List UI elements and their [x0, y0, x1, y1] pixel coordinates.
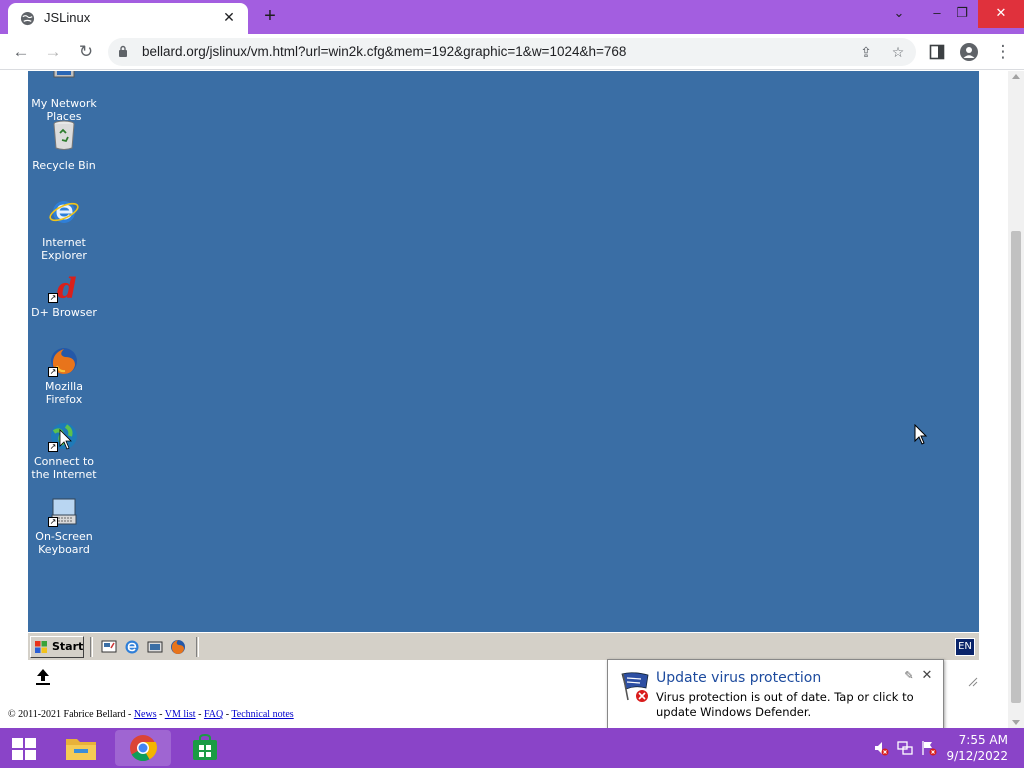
store-button[interactable]: [177, 730, 233, 766]
close-tab-icon[interactable]: ✕: [220, 8, 238, 26]
desktop-icon-network-places[interactable]: My Network Places: [28, 71, 102, 123]
tab-title: JSLinux: [44, 10, 91, 25]
desktop-icon-label: Internet Explorer: [41, 236, 87, 262]
language-indicator[interactable]: EN: [955, 638, 975, 656]
reload-button[interactable]: ↻: [74, 40, 98, 64]
desktop-icon-onscreen-keyboard[interactable]: ↗ On-Screen Keyboard: [28, 495, 102, 556]
desktop-icon-firefox[interactable]: ↗ Mozilla Firefox: [28, 345, 102, 406]
desktop-icon-label: On-Screen Keyboard: [35, 530, 93, 556]
copyright-text: © 2011-2021 Fabrice Bellard -: [8, 709, 134, 720]
page-footer: © 2011-2021 Fabrice Bellard - News - VM …: [8, 709, 294, 720]
vm-screen[interactable]: My Network Places Recycle Bin Internet E…: [28, 71, 979, 660]
svg-text:d: d: [57, 272, 77, 303]
lock-icon: [119, 45, 127, 57]
mouse-cursor-icon: [914, 424, 928, 445]
chrome-icon: [130, 735, 157, 762]
upload-icon[interactable]: [33, 667, 53, 687]
start-label: Start: [52, 640, 84, 653]
quicklaunch-separator: [196, 637, 199, 657]
restore-button[interactable]: ❐: [945, 0, 979, 28]
url-text: bellard.org/jslinux/vm.html?url=win2k.cf…: [142, 44, 627, 59]
forward-button[interactable]: →: [41, 40, 65, 64]
system-clock[interactable]: 7:55 AM 9/12/2022: [946, 732, 1008, 764]
desktop-icon-connect-internet[interactable]: ↗ Connect to the Internet: [28, 420, 102, 481]
shortcut-arrow-icon: ↗: [48, 442, 58, 452]
resize-handle-icon[interactable]: [968, 677, 978, 687]
firefox-icon: ↗: [48, 345, 80, 377]
tab-search-button[interactable]: ⌄: [882, 0, 916, 28]
file-explorer-icon: [66, 739, 96, 760]
address-bar[interactable]: bellard.org/jslinux/vm.html?url=win2k.cf…: [108, 38, 916, 66]
page-content: My Network Places Recycle Bin Internet E…: [0, 71, 1008, 728]
chrome-button[interactable]: [115, 730, 171, 766]
desktop-icon-label: Mozilla Firefox: [45, 380, 83, 406]
windows-flag-icon: [35, 641, 47, 653]
shortcut-arrow-icon: ↗: [48, 293, 58, 303]
network-places-icon: [53, 71, 75, 78]
footer-link-news[interactable]: News: [134, 709, 157, 720]
footer-link-vm-list[interactable]: VM list: [165, 709, 196, 720]
back-button[interactable]: ←: [9, 40, 33, 64]
globe-icon: [20, 11, 35, 26]
dplus-browser-icon: d ↗: [48, 271, 80, 305]
browser-tab-strip: JSLinux ✕ + ⌄ – ❐ ✕: [0, 0, 1024, 34]
page-scrollbar[interactable]: [1008, 71, 1024, 728]
system-taskbar: 7:55 AM 9/12/2022: [0, 728, 1024, 768]
bookmark-star-icon[interactable]: ☆: [889, 43, 907, 61]
onscreen-keyboard-icon: ↗: [48, 495, 80, 527]
shortcut-arrow-icon: ↗: [48, 517, 58, 527]
scrollbar-thumb[interactable]: [1011, 231, 1021, 703]
more-menu-icon[interactable]: ⋮: [991, 40, 1015, 64]
desktop-icon-label: D+ Browser: [31, 306, 97, 319]
volume-muted-icon[interactable]: [873, 740, 889, 756]
notification-balloon[interactable]: Update virus protection Virus protection…: [607, 659, 944, 729]
desktop-icon-label: Recycle Bin: [32, 159, 96, 172]
network-icon[interactable]: [897, 740, 913, 756]
footer-separator: -: [156, 709, 165, 720]
firefox-quicklaunch-icon[interactable]: [169, 638, 187, 656]
recycle-bin-icon: [53, 120, 75, 150]
show-desktop-icon[interactable]: [100, 638, 118, 656]
clock-date: 9/12/2022: [946, 749, 1008, 763]
notification-title: Update virus protection: [656, 670, 822, 686]
connect-internet-icon: ↗: [48, 420, 80, 452]
internet-explorer-quicklaunch-icon[interactable]: [123, 638, 141, 656]
footer-separator: -: [195, 709, 204, 720]
shortcut-arrow-icon: ↗: [48, 367, 58, 377]
desktop-icon-dplus-browser[interactable]: d ↗ D+ Browser: [28, 271, 102, 319]
share-icon[interactable]: ⇪: [857, 43, 875, 61]
windows-start-icon[interactable]: [11, 737, 37, 761]
profile-avatar-icon[interactable]: [960, 43, 978, 61]
start-button[interactable]: Start: [30, 636, 84, 658]
microsoft-store-icon: [193, 734, 217, 760]
file-explorer-button[interactable]: [53, 730, 109, 766]
footer-link-faq[interactable]: FAQ: [204, 709, 223, 720]
desktop-icon-label: Connect to the Internet: [31, 455, 97, 481]
desktop-icon-internet-explorer[interactable]: Internet Explorer: [28, 196, 102, 262]
quicklaunch-separator: [90, 637, 93, 657]
internet-explorer-icon: [49, 201, 79, 223]
notification-settings-icon[interactable]: ✎: [902, 669, 916, 683]
defender-shield-icon: [621, 672, 649, 702]
clock-time: 7:55 AM: [958, 733, 1008, 747]
outlook-express-icon[interactable]: [146, 638, 164, 656]
security-flag-icon[interactable]: [921, 740, 937, 756]
browser-tab[interactable]: JSLinux ✕: [8, 3, 248, 34]
notification-close-icon[interactable]: ✕: [920, 668, 934, 682]
window-close-button[interactable]: ✕: [978, 0, 1024, 28]
new-tab-button[interactable]: +: [258, 4, 282, 28]
desktop-icon-recycle-bin[interactable]: Recycle Bin: [28, 119, 102, 172]
notification-body: Virus protection is out of date. Tap or …: [656, 690, 914, 719]
scroll-down-arrow-icon[interactable]: [1012, 720, 1020, 725]
browser-toolbar: ← → ↻ bellard.org/jslinux/vm.html?url=wi…: [0, 34, 1024, 70]
side-panel-icon[interactable]: [929, 44, 945, 60]
scroll-up-arrow-icon[interactable]: [1012, 74, 1020, 79]
vm-taskbar: Start EN: [28, 632, 979, 660]
footer-link-technical-notes[interactable]: Technical notes: [231, 709, 293, 720]
